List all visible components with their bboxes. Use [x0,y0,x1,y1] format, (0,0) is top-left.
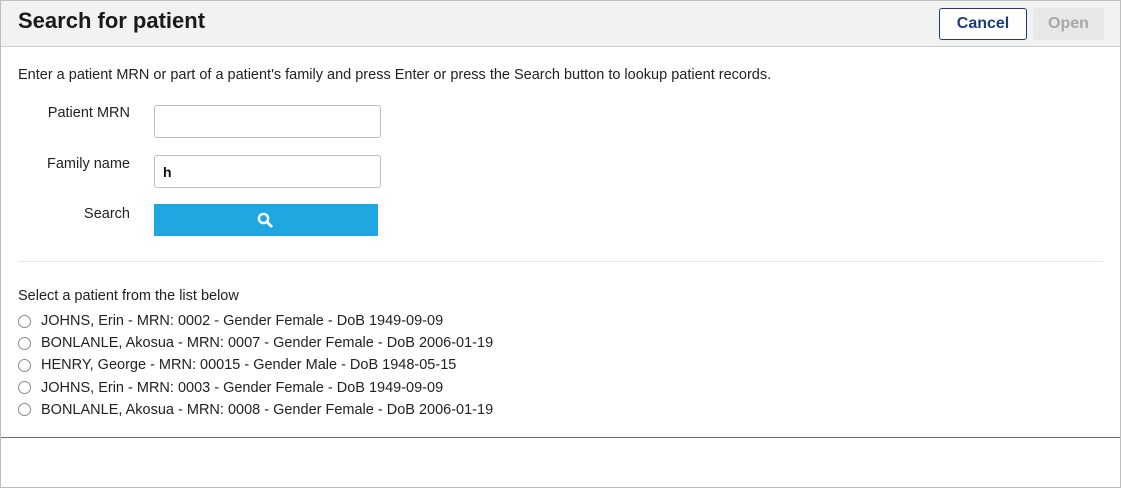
family-name-input[interactable] [154,155,381,188]
patient-mrn-input[interactable] [154,105,381,138]
patient-option-label: JOHNS, Erin - MRN: 0002 - Gender Female … [41,313,444,330]
patient-list: JOHNS, Erin - MRN: 0002 - Gender Female … [18,310,493,421]
footer-divider [1,437,1120,438]
cancel-button[interactable]: Cancel [939,8,1027,40]
patient-option[interactable]: JOHNS, Erin - MRN: 0002 - Gender Female … [18,310,493,332]
patient-option-label: BONLANLE, Akosua - MRN: 0008 - Gender Fe… [41,401,494,418]
patient-list-caption: Select a patient from the list below [18,288,239,304]
section-divider [18,261,1103,262]
patient-option-label: HENRY, George - MRN: 00015 - Gender Male… [41,357,457,374]
search-label: Search [84,206,130,222]
radio-button[interactable] [18,381,31,395]
search-patient-dialog: Search for patient Cancel Open Enter a p… [0,0,1121,488]
radio-button[interactable] [18,358,31,372]
radio-button[interactable] [18,336,31,350]
patient-option[interactable]: BONLANLE, Akosua - MRN: 0008 - Gender Fe… [18,399,493,421]
patient-option[interactable]: BONLANLE, Akosua - MRN: 0007 - Gender Fe… [18,332,493,354]
family-name-label: Family name [47,156,130,172]
patient-option-label: BONLANLE, Akosua - MRN: 0007 - Gender Fe… [41,335,494,352]
radio-button[interactable] [18,314,31,328]
search-icon [257,212,273,228]
patient-option[interactable]: JOHNS, Erin - MRN: 0003 - Gender Female … [18,377,493,399]
patient-option[interactable]: HENRY, George - MRN: 00015 - Gender Male… [18,354,493,376]
radio-button[interactable] [18,403,31,417]
search-button[interactable] [154,204,378,236]
dialog-header: Search for patient Cancel Open [1,1,1120,47]
patient-option-label: JOHNS, Erin - MRN: 0003 - Gender Female … [41,379,444,396]
open-button[interactable]: Open [1033,8,1104,40]
patient-mrn-label: Patient MRN [47,105,130,121]
instructions-text: Enter a patient MRN or part of a patient… [18,67,772,83]
dialog-title: Search for patient [18,8,206,33]
